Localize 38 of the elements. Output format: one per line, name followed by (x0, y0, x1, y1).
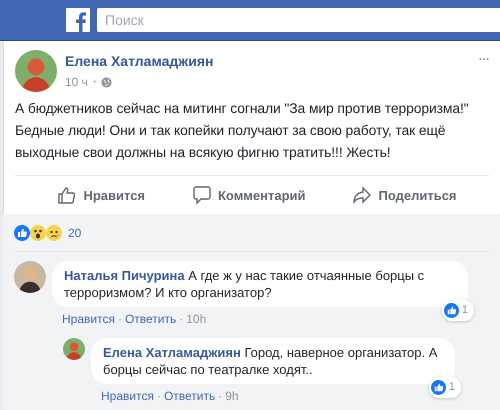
avatar[interactable] (15, 50, 57, 92)
reply-link[interactable]: Ответить (164, 389, 216, 403)
separator-dot: · (156, 389, 161, 403)
like-count-badge[interactable]: 1 (428, 377, 461, 398)
comment-button[interactable]: Комментарий (192, 185, 306, 205)
search-field[interactable]: Поиск (97, 8, 500, 32)
like-icon (444, 303, 459, 318)
avatar[interactable] (14, 261, 46, 293)
like-icon (430, 380, 446, 395)
separator-dot: · (118, 312, 122, 326)
like-reaction-icon (14, 225, 30, 241)
share-button[interactable]: Поделиться (352, 185, 457, 205)
comment-author[interactable]: Елена Хатламаджиян (103, 345, 241, 360)
thumbs-up-icon (57, 185, 78, 205)
comment-time: 10h (186, 312, 206, 326)
sad-reaction-icon (46, 225, 62, 241)
globe-icon (101, 76, 112, 88)
like-count-badge[interactable]: 1 (442, 300, 474, 321)
wow-reaction-icon (30, 225, 46, 241)
share-arrow-icon (352, 185, 372, 205)
reaction-count[interactable]: 20 (68, 226, 82, 240)
reply-link[interactable]: Ответить (124, 312, 176, 326)
post-time[interactable]: 10 ч (65, 75, 88, 89)
like-link[interactable]: Нравится (101, 389, 154, 403)
post-text: А бюджетников сейчас на митинг согнали "За мир против терроризма!" Бедные люди! Они и так копейки получают за свою работу, так ещё выходные свои должны на всякую фигню тратить!!! Жесть! (15, 99, 470, 162)
like-button[interactable]: Нравится (57, 185, 146, 205)
separator-dot: · (218, 389, 222, 403)
logo-icon[interactable] (66, 8, 90, 32)
separator-dot: · (92, 73, 98, 91)
comment-text: Елена Хатламаджиян Город, наверное организатор. А борцы сейчас по театралке ходят.. (103, 344, 438, 378)
comment-time: 9h (225, 389, 239, 403)
comment-author[interactable]: Наталья Пичурина (64, 268, 185, 283)
separator-dot: · (179, 312, 184, 326)
author-name[interactable]: Елена Хатламаджиян (65, 53, 470, 69)
comment-text: Наталья Пичурина А где ж у нас такие отчаянные борцы с терроризмом? И кто организатор? (64, 267, 426, 301)
like-link[interactable]: Нравится (62, 312, 115, 326)
more-options-button[interactable]: ··· (478, 50, 489, 66)
speech-bubble-icon (192, 185, 212, 205)
